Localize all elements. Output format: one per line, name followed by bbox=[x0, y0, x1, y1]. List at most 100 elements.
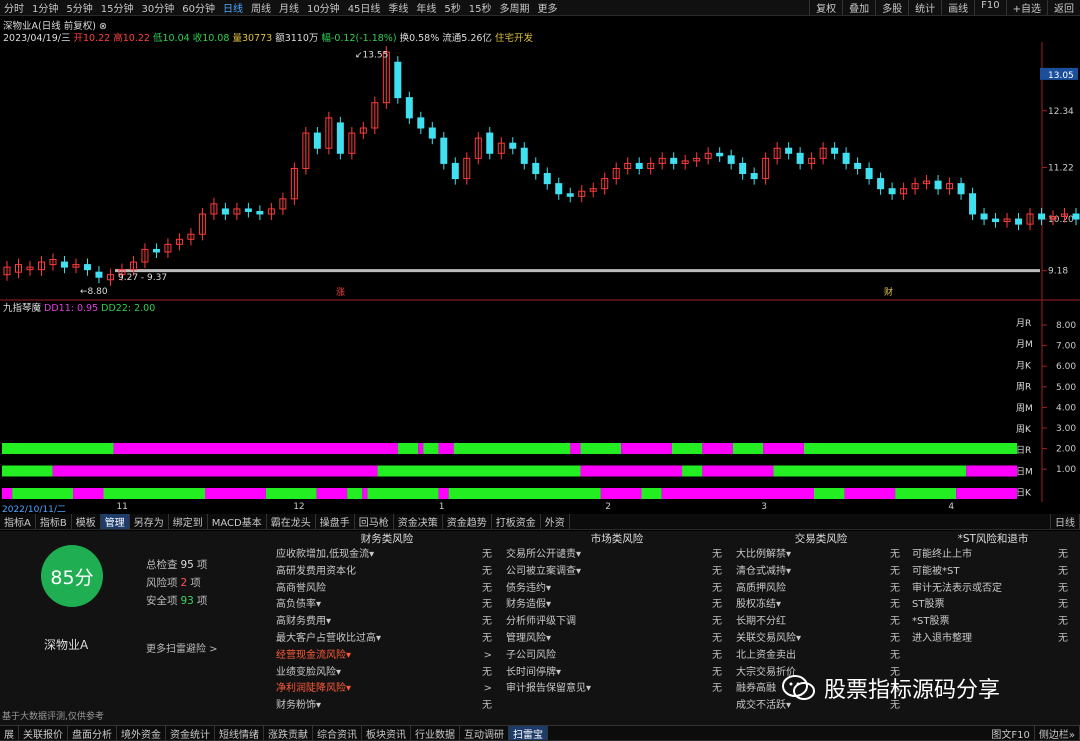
timeframe-10[interactable]: 45日线 bbox=[344, 0, 385, 15]
level-label: 2.00 bbox=[1056, 445, 1076, 455]
timeframe-14[interactable]: 15秒 bbox=[465, 0, 496, 15]
risk-item-status: > bbox=[483, 649, 492, 661]
risk-item-label: ST股票 bbox=[912, 599, 945, 611]
indicator-tab-8[interactable]: 操盘手 bbox=[316, 514, 355, 529]
risk-item[interactable]: 高负债率▾ 无 bbox=[276, 597, 498, 614]
bottom-tab-7[interactable]: 综合资讯 bbox=[313, 726, 362, 740]
indicator-tab-6[interactable]: MACD基本 bbox=[208, 514, 267, 529]
timeframe-4[interactable]: 30分钟 bbox=[137, 0, 178, 15]
risk-item[interactable]: 可能被*ST 无 bbox=[912, 564, 1074, 581]
risk-item[interactable]: 高质押风险 无 bbox=[736, 581, 906, 598]
indicator-chart[interactable]: 8.00 7.00 6.00 5.00 4.00 3.00 2.00 1.00 月R 月M 月K 周R… bbox=[0, 300, 1080, 515]
risk-item[interactable]: 清仓式减持▾ 无 bbox=[736, 564, 906, 581]
price-tick-label: 11.22 bbox=[1048, 163, 1074, 173]
timeframe-16[interactable]: 更多 bbox=[534, 0, 562, 15]
risk-item[interactable]: 财务造假▾ 无 bbox=[506, 597, 728, 614]
bottom-tab-1[interactable]: 关联报价 bbox=[19, 726, 68, 740]
risk-item[interactable]: ST股票 无 bbox=[912, 597, 1074, 614]
timeframe-12[interactable]: 年线 bbox=[412, 0, 440, 15]
bottom-right-0[interactable]: 图文F10 bbox=[987, 726, 1035, 740]
candle-body bbox=[394, 61, 402, 99]
tool-1[interactable]: 叠加 bbox=[842, 0, 875, 15]
risk-item[interactable]: 可能终止上市 无 bbox=[912, 547, 1074, 564]
indicator-tab-7[interactable]: 霸在龙头 bbox=[267, 514, 316, 529]
indicator-tab-2[interactable]: 模板 bbox=[72, 514, 101, 529]
bottom-tab-4[interactable]: 资金统计 bbox=[166, 726, 215, 740]
bottom-tab-6[interactable]: 涨跌贡献 bbox=[264, 726, 313, 740]
candlestick-chart[interactable]: 13.0512.3411.2210.209.18↙13.55←8.809.27 … bbox=[0, 42, 1080, 302]
risk-item[interactable]: 高财务费用▾ 无 bbox=[276, 614, 498, 631]
candle-body bbox=[727, 155, 735, 164]
bottom-tab-2[interactable]: 盘面分析 bbox=[68, 726, 117, 740]
risk-item[interactable]: 审计报告保留意见▾ 无 bbox=[506, 681, 728, 698]
timeframe-7[interactable]: 周线 bbox=[247, 0, 275, 15]
risk-item[interactable]: 财务粉饰▾ 无 bbox=[276, 698, 498, 715]
risk-item[interactable]: 最大客户占营收比过高▾ 无 bbox=[276, 631, 498, 648]
timeframe-8[interactable]: 月线 bbox=[275, 0, 303, 15]
bottom-tab-5[interactable]: 短线情绪 bbox=[215, 726, 264, 740]
risk-item[interactable]: 进入退市整理 无 bbox=[912, 631, 1074, 648]
timeframe-9[interactable]: 10分钟 bbox=[303, 0, 344, 15]
indicator-tab-3[interactable]: 管理 bbox=[100, 514, 130, 529]
bottom-tab-8[interactable]: 板块资讯 bbox=[362, 726, 411, 740]
timeframe-11[interactable]: 季线 bbox=[384, 0, 412, 15]
risk-item[interactable]: 净利润陡降风险▾ > bbox=[276, 681, 498, 698]
timeframe-13[interactable]: 5秒 bbox=[440, 0, 464, 15]
risk-item[interactable]: 长时间停牌▾ 无 bbox=[506, 665, 728, 682]
risk-item[interactable]: 分析师评级下调 无 bbox=[506, 614, 728, 631]
risk-items: 风险项 2 项 bbox=[146, 575, 201, 590]
bottom-tab-10[interactable]: 互动调研 bbox=[460, 726, 509, 740]
tool-4[interactable]: 画线 bbox=[941, 0, 974, 15]
indicator-tab-13[interactable]: 外资 bbox=[541, 514, 570, 529]
risk-item[interactable]: 关联交易风险▾ 无 bbox=[736, 631, 906, 648]
risk-item[interactable]: 高研发费用资本化 无 bbox=[276, 564, 498, 581]
tool-3[interactable]: 统计 bbox=[908, 0, 941, 15]
risk-item-status: 无 bbox=[890, 649, 900, 661]
timeframe-15[interactable]: 多周期 bbox=[496, 0, 534, 15]
timeframe-6[interactable]: 日线 bbox=[219, 0, 247, 15]
risk-item[interactable]: *ST股票 无 bbox=[912, 614, 1074, 631]
bottom-right-1[interactable]: 侧边栏» bbox=[1035, 726, 1080, 740]
risk-item[interactable]: 管理风险▾ 无 bbox=[506, 631, 728, 648]
indicator-tab-11[interactable]: 资金趋势 bbox=[443, 514, 492, 529]
tool-0[interactable]: 复权 bbox=[809, 0, 842, 15]
timeframe-2[interactable]: 5分钟 bbox=[62, 0, 96, 15]
bottom-tab-3[interactable]: 境外资金 bbox=[117, 726, 166, 740]
risk-item[interactable]: 公司被立案调查▾ 无 bbox=[506, 564, 728, 581]
tool-2[interactable]: 多股 bbox=[875, 0, 908, 15]
risk-item[interactable]: 业绩变脸风险▾ 无 bbox=[276, 665, 498, 682]
indicator-tab-1[interactable]: 指标B bbox=[36, 514, 72, 529]
timeframe-1[interactable]: 1分钟 bbox=[28, 0, 62, 15]
signal-segment bbox=[438, 488, 449, 499]
indicator-tab-5[interactable]: 绑定到 bbox=[169, 514, 208, 529]
tab-period-daily[interactable]: 日线 bbox=[1050, 514, 1080, 529]
bottom-tab-0[interactable]: 展 bbox=[0, 726, 19, 740]
timeframe-3[interactable]: 15分钟 bbox=[97, 0, 138, 15]
risk-item[interactable]: 北上资金卖出 无 bbox=[736, 648, 906, 665]
risk-item[interactable]: 股权冻结▾ 无 bbox=[736, 597, 906, 614]
indicator-tab-10[interactable]: 资金决策 bbox=[394, 514, 443, 529]
indicator-tab-4[interactable]: 另存为 bbox=[130, 514, 169, 529]
indicator-tab-0[interactable]: 指标A bbox=[0, 514, 36, 529]
risk-item[interactable]: 子公司风险 无 bbox=[506, 648, 728, 665]
timeframe-0[interactable]: 分时 bbox=[0, 0, 28, 15]
tool-5[interactable]: F10 bbox=[974, 0, 1005, 15]
risk-item[interactable]: 经营现金流风险▾ > bbox=[276, 648, 498, 665]
indicator-tab-9[interactable]: 回马枪 bbox=[355, 514, 394, 529]
bottom-tab-11[interactable]: 扫雷宝 bbox=[509, 726, 548, 740]
risk-item[interactable]: 大比例解禁▾ 无 bbox=[736, 547, 906, 564]
risk-item[interactable]: 高商誉风险 无 bbox=[276, 581, 498, 598]
bottom-tab-9[interactable]: 行业数据 bbox=[411, 726, 460, 740]
tool-7[interactable]: 返回 bbox=[1047, 0, 1080, 15]
more-scan-link[interactable]: 更多扫雷避险 > bbox=[146, 640, 218, 655]
indicator-tab-12[interactable]: 打板资金 bbox=[492, 514, 541, 529]
risk-item[interactable]: 审计无法表示或否定 无 bbox=[912, 581, 1074, 598]
risk-item[interactable]: 交易所公开谴责▾ 无 bbox=[506, 547, 728, 564]
risk-item[interactable]: 应收款增加,低现金流▾ 无 bbox=[276, 547, 498, 564]
tool-6[interactable]: +自选 bbox=[1005, 0, 1047, 15]
candle-body bbox=[60, 261, 68, 268]
risk-item[interactable]: 债务违约▾ 无 bbox=[506, 581, 728, 598]
timeframe-5[interactable]: 60分钟 bbox=[178, 0, 219, 15]
risk-item-label: 应收款增加,低现金流▾ bbox=[276, 549, 375, 560]
risk-item[interactable]: 长期不分红 无 bbox=[736, 614, 906, 631]
